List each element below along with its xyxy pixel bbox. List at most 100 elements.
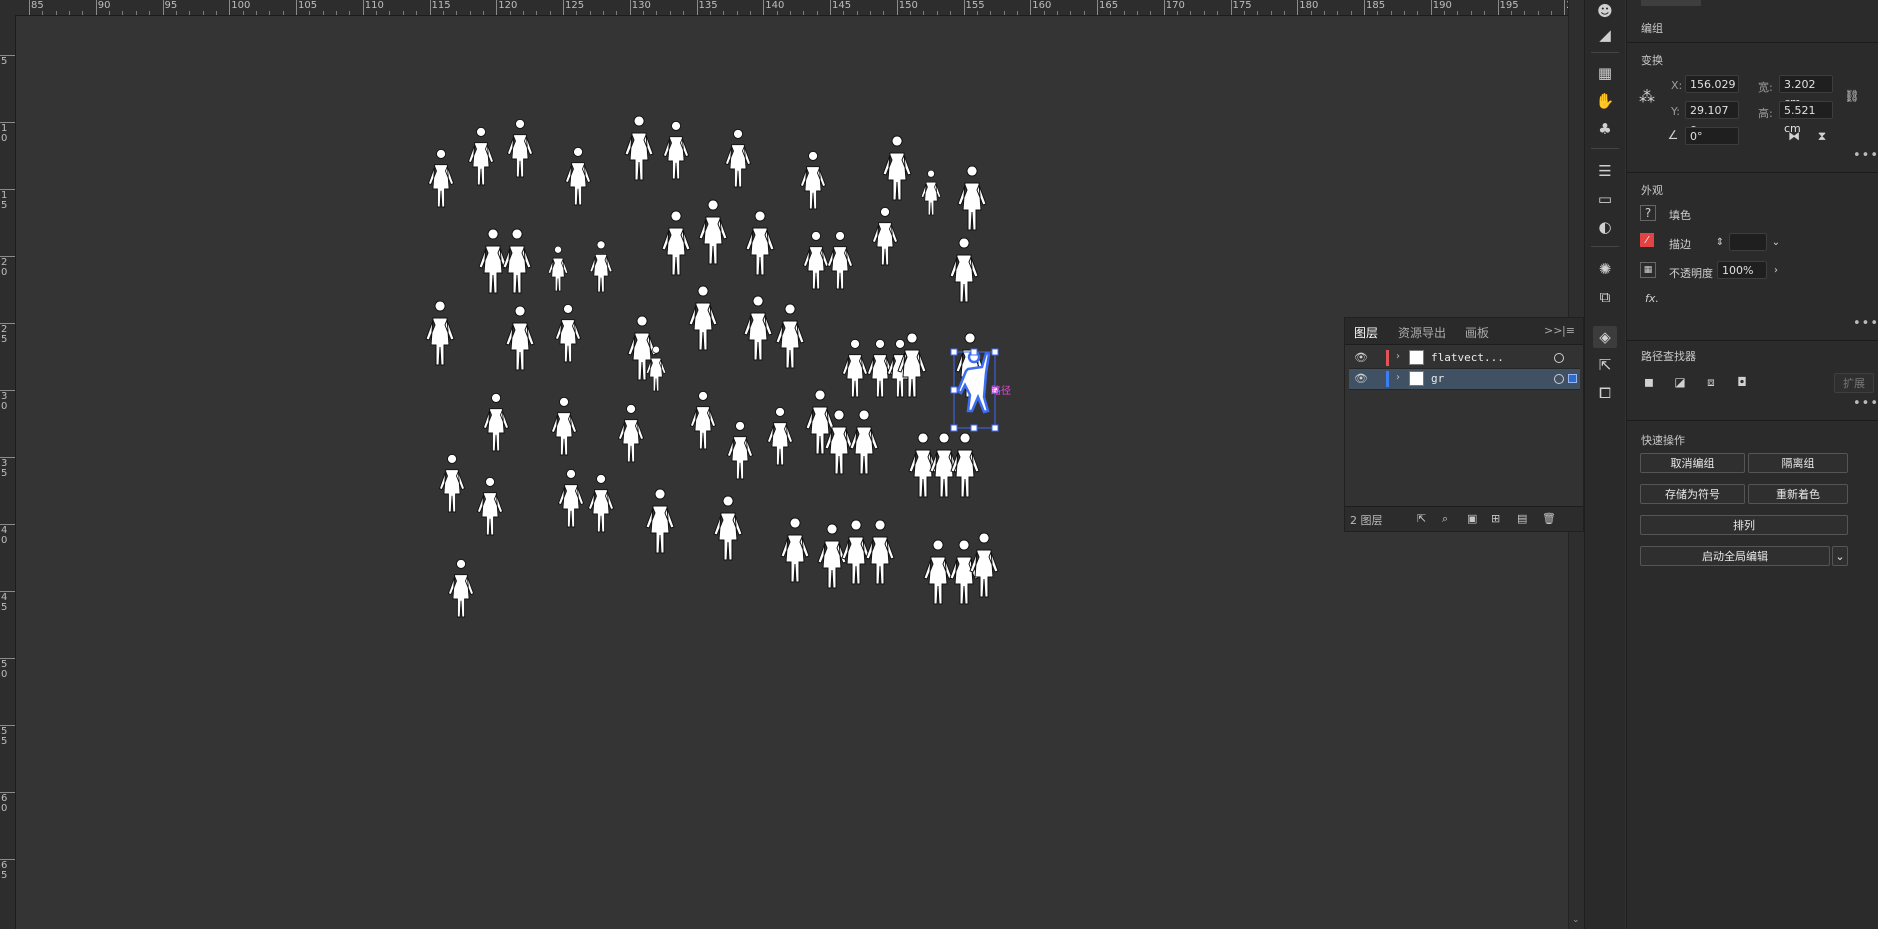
figure-silhouette[interactable] bbox=[726, 420, 754, 480]
stroke-weight-field[interactable] bbox=[1729, 233, 1767, 251]
resize-handle[interactable] bbox=[991, 348, 999, 356]
ungroup-button[interactable]: 取消编组 bbox=[1640, 453, 1745, 473]
export-icon[interactable]: ⇱ bbox=[1417, 512, 1426, 525]
height-field[interactable]: 5.521 cm bbox=[1779, 101, 1833, 135]
link-proportions-icon[interactable]: ⛓ bbox=[1843, 87, 1861, 105]
artboard-canvas[interactable]: 路径 bbox=[16, 16, 1569, 929]
opacity-arrow-icon[interactable]: › bbox=[1767, 261, 1785, 279]
flip-vertical-icon[interactable]: ⧗ bbox=[1813, 127, 1831, 145]
artwork-figures[interactable]: 路径 bbox=[16, 16, 1568, 929]
figure-silhouette[interactable] bbox=[841, 519, 871, 585]
figure-silhouette[interactable] bbox=[689, 390, 717, 450]
puppet-icon[interactable]: ☻ bbox=[1593, 0, 1617, 22]
tab-artboards[interactable]: 画板 bbox=[1465, 324, 1489, 341]
hand-brush-icon[interactable]: ✋ bbox=[1593, 90, 1617, 112]
artboard-export-icon[interactable]: ⧉ bbox=[1593, 286, 1617, 308]
layer-row-gr[interactable]: 👁 › gr bbox=[1349, 369, 1580, 390]
clipping-mask-icon[interactable]: ▣ bbox=[1467, 512, 1477, 525]
fill-swatch-icon[interactable]: ? bbox=[1640, 205, 1656, 221]
club-symbol-icon[interactable]: ♣ bbox=[1593, 118, 1617, 140]
delete-icon[interactable]: 🗑 bbox=[1542, 512, 1556, 525]
scroll-down-icon[interactable]: ⌄ bbox=[1572, 915, 1580, 925]
figure-silhouette[interactable] bbox=[766, 406, 794, 466]
horizontal-ruler[interactable]: 85 90 95 100 105 110 115 120 125 130 135 140 145 150 1… bbox=[0, 0, 1568, 16]
figure-silhouette[interactable] bbox=[564, 146, 592, 206]
layers-icon[interactable]: ◈ bbox=[1593, 326, 1617, 348]
figure-silhouette[interactable] bbox=[866, 338, 894, 398]
resize-handle[interactable] bbox=[950, 348, 958, 356]
figure-silhouette[interactable] bbox=[550, 396, 578, 456]
figure-silhouette[interactable] bbox=[923, 539, 953, 605]
figure-silhouette[interactable] bbox=[554, 303, 582, 363]
target-circle-icon[interactable] bbox=[1554, 374, 1564, 384]
figure-silhouette[interactable] bbox=[713, 495, 743, 561]
new-layer-icon[interactable]: ▤ bbox=[1517, 512, 1527, 525]
figure-silhouette[interactable] bbox=[438, 453, 466, 513]
properties-tab[interactable] bbox=[1641, 0, 1701, 6]
search-icon[interactable]: ⌕ bbox=[1442, 512, 1448, 526]
figure-silhouette[interactable] bbox=[624, 115, 654, 181]
figure-silhouette[interactable] bbox=[645, 488, 675, 554]
figure-silhouette[interactable] bbox=[589, 240, 613, 293]
brightness-icon[interactable]: ✺ bbox=[1593, 258, 1617, 280]
transparency-icon[interactable]: ◐ bbox=[1593, 216, 1617, 238]
transform-more-button[interactable]: ••• bbox=[1853, 148, 1878, 163]
minus-front-icon[interactable]: ◪ bbox=[1671, 373, 1689, 391]
rotate-field[interactable]: 0° bbox=[1685, 127, 1739, 145]
figure-silhouette[interactable] bbox=[557, 468, 585, 528]
stroke-swatch-icon[interactable]: ⁄ bbox=[1640, 233, 1654, 247]
figure-silhouette[interactable] bbox=[950, 432, 980, 498]
panel-collapse-icon[interactable]: >> bbox=[1544, 324, 1562, 337]
resize-handle[interactable] bbox=[950, 386, 958, 394]
figure-silhouette[interactable] bbox=[478, 228, 508, 294]
isolate-group-button[interactable]: 隔离组 bbox=[1748, 453, 1848, 473]
figure-silhouette[interactable] bbox=[743, 295, 773, 361]
recolor-button[interactable]: 重新着色 bbox=[1748, 484, 1848, 504]
arrange-button[interactable]: 排列 bbox=[1640, 515, 1848, 535]
figure-silhouette[interactable] bbox=[841, 338, 869, 398]
target-circle-icon[interactable] bbox=[1554, 353, 1564, 363]
selection-indicator[interactable] bbox=[1568, 374, 1577, 383]
figure-silhouette[interactable] bbox=[949, 539, 979, 605]
figure-silhouette[interactable] bbox=[882, 135, 912, 201]
expand-arrow-icon[interactable]: › bbox=[1396, 351, 1400, 362]
figure-silhouette[interactable] bbox=[587, 473, 615, 533]
figure-silhouette[interactable] bbox=[505, 305, 535, 371]
figure-silhouette[interactable] bbox=[661, 210, 691, 276]
figure-silhouette[interactable] bbox=[425, 300, 455, 366]
figure-silhouette[interactable] bbox=[802, 230, 830, 290]
panel-menu-icon[interactable]: |≡ bbox=[1562, 324, 1575, 337]
save-as-symbol-button[interactable]: 存储为符号 bbox=[1640, 484, 1745, 504]
reference-point-icon[interactable]: ⁂ bbox=[1638, 87, 1656, 106]
figure-silhouette[interactable] bbox=[547, 245, 569, 292]
figure-silhouette[interactable] bbox=[506, 118, 534, 178]
figure-silhouette[interactable] bbox=[871, 206, 899, 266]
figure-silhouette[interactable] bbox=[865, 519, 895, 585]
pathfinder-more-button[interactable]: ••• bbox=[1853, 396, 1878, 411]
figure-silhouette[interactable] bbox=[427, 148, 455, 208]
figure-silhouette[interactable] bbox=[969, 532, 999, 598]
expand-button[interactable]: 扩展 bbox=[1834, 373, 1874, 393]
flip-horizontal-icon[interactable]: ⧓ bbox=[1785, 127, 1803, 145]
layer-row-flatvect[interactable]: 👁 › flatvect... bbox=[1349, 348, 1580, 369]
export-arrow-icon[interactable]: ⇱ bbox=[1593, 354, 1617, 376]
figure-silhouette[interactable] bbox=[775, 303, 805, 369]
figure-silhouette[interactable] bbox=[849, 409, 879, 475]
figure-silhouette[interactable] bbox=[698, 199, 728, 265]
stroke-stepper-icon[interactable]: ⇕ bbox=[1711, 233, 1729, 251]
figure-silhouette[interactable] bbox=[447, 558, 475, 618]
figure-silhouette[interactable] bbox=[476, 476, 504, 536]
figure-silhouette[interactable] bbox=[920, 169, 942, 216]
figure-silhouette[interactable] bbox=[745, 210, 775, 276]
figure-silhouette[interactable] bbox=[502, 228, 532, 294]
tab-asset-export[interactable]: 资源导出 bbox=[1398, 324, 1446, 341]
x-field[interactable]: 156.029 bbox=[1685, 75, 1739, 93]
intersect-icon[interactable]: ⧈ bbox=[1702, 373, 1720, 391]
figure-silhouette[interactable] bbox=[826, 230, 854, 290]
resize-handle[interactable] bbox=[970, 424, 978, 432]
figure-silhouette[interactable] bbox=[957, 165, 987, 231]
resize-handle[interactable] bbox=[991, 424, 999, 432]
figure-silhouette[interactable] bbox=[780, 517, 810, 583]
resize-handle[interactable] bbox=[950, 424, 958, 432]
figure-silhouette[interactable] bbox=[688, 285, 718, 351]
